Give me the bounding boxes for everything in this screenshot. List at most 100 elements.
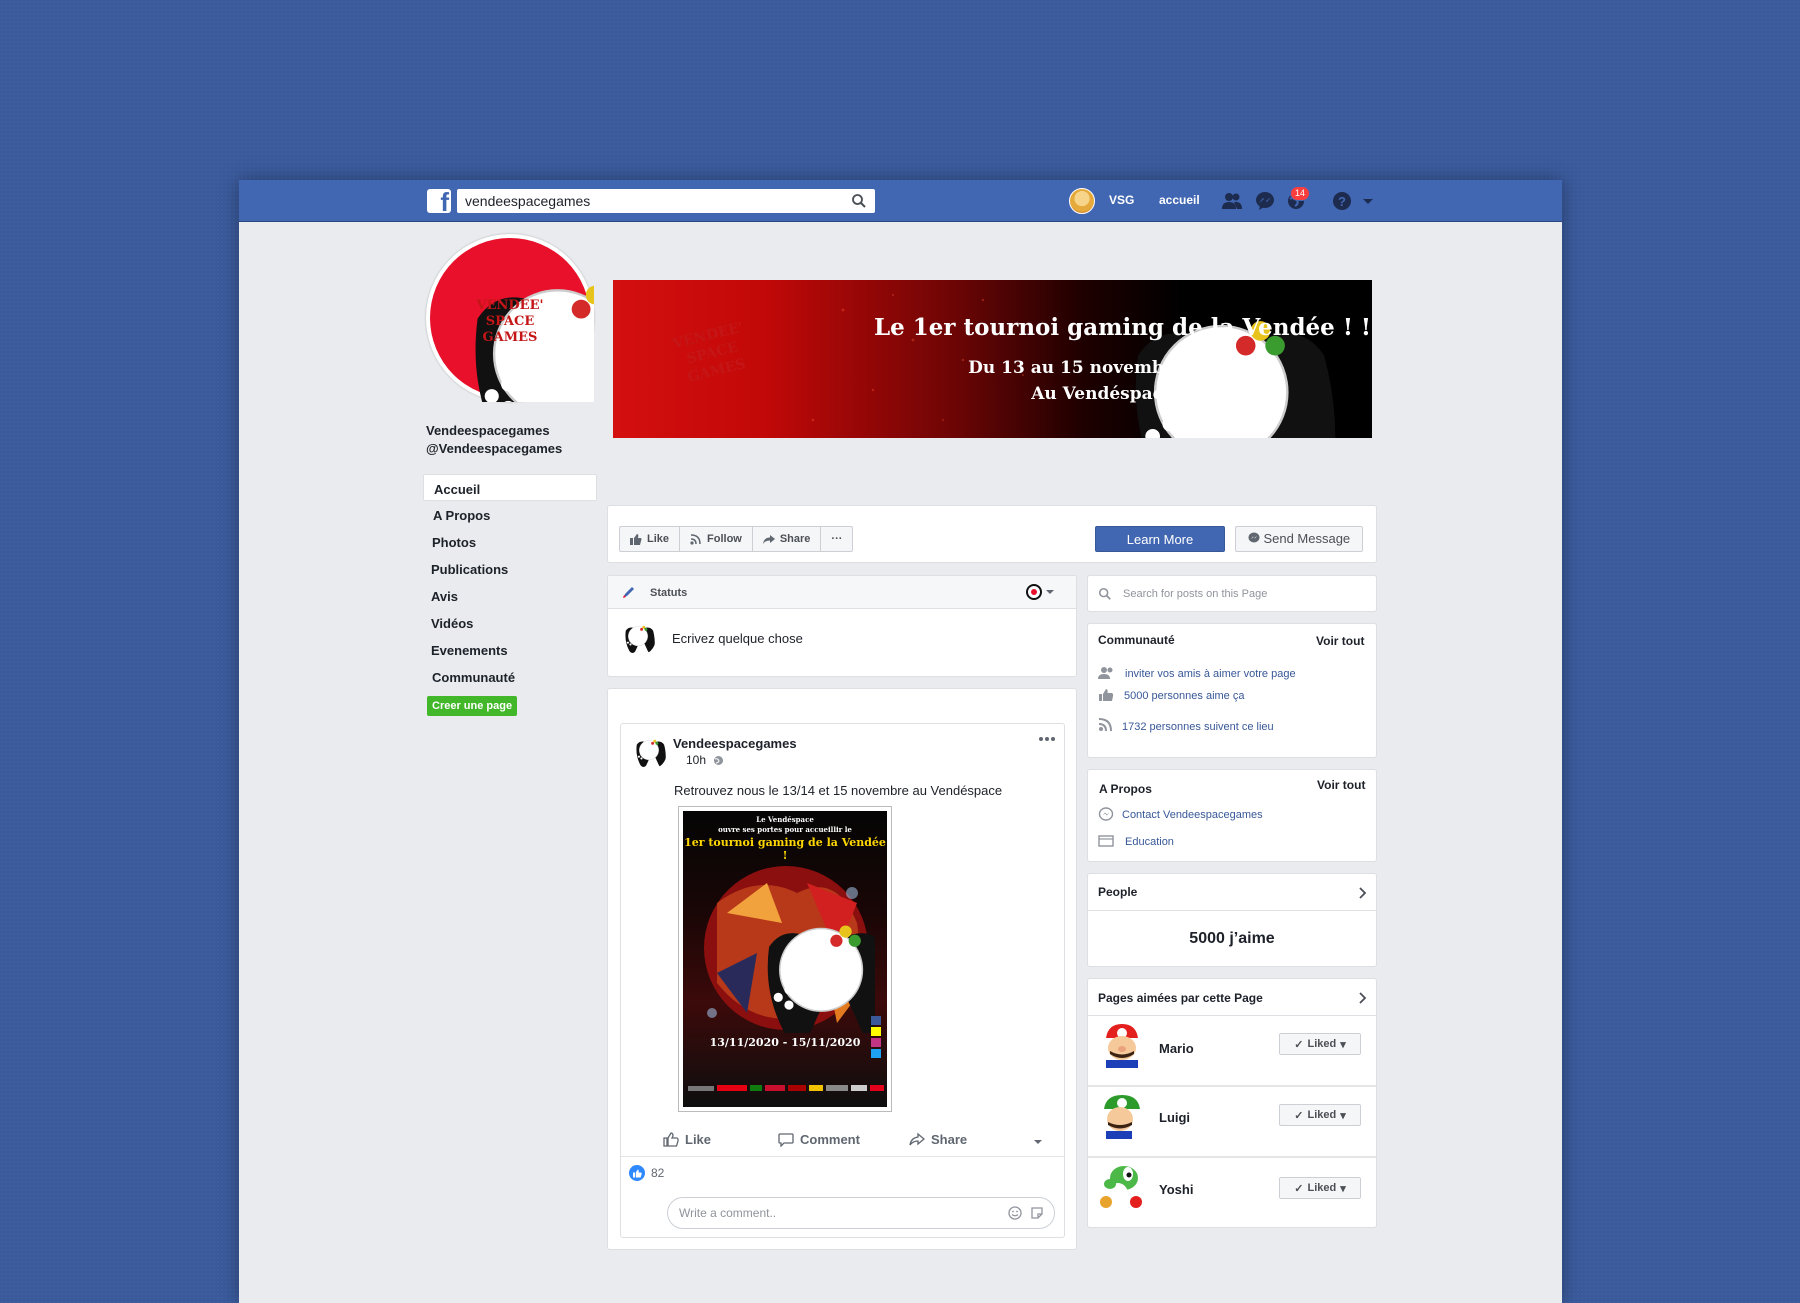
like-reaction-icon — [629, 1165, 645, 1181]
account-menu-caret-icon[interactable] — [1361, 191, 1375, 211]
post-share-label: Share — [931, 1132, 968, 1147]
sticker-icon[interactable] — [1030, 1206, 1044, 1220]
nav-item-communaute[interactable]: Communauté — [423, 663, 597, 690]
post-action-bar: Like Comment Share — [621, 1127, 1064, 1157]
poster-line-1: Le Vendéspace — [756, 815, 814, 824]
logo-text-line-3: GAMES — [483, 330, 538, 345]
share-arrow-icon — [762, 534, 775, 544]
community-card: Communauté Voir tout inviter vos amis à … — [1087, 623, 1377, 758]
emoji-icon[interactable] — [1008, 1206, 1022, 1220]
yoshi-avatar[interactable] — [1098, 1162, 1146, 1210]
composer-input[interactable]: Ecrivez quelque chose — [672, 631, 803, 646]
tab-statuts[interactable]: Statuts — [650, 587, 687, 599]
composer-page-avatar — [620, 620, 656, 656]
liked-button-yoshi[interactable]: ✓ Liked ▾ — [1279, 1177, 1361, 1199]
page-buttons-group: Like Follow Share ··· — [619, 526, 854, 552]
page-name-block: Vendeespacegames @Vendeespacegames — [426, 422, 562, 458]
status-composer: Statuts Ecrivez quelque chose — [607, 575, 1077, 677]
liked-page-name-yoshi[interactable]: Yoshi — [1159, 1182, 1193, 1197]
post-timestamp[interactable]: 10h — [686, 753, 724, 767]
nav-item-accueil[interactable]: Accueil — [423, 474, 597, 501]
invite-friends-icon — [1098, 667, 1113, 679]
post-share-button[interactable]: Share — [909, 1132, 967, 1147]
post-image[interactable]: Le Vendéspace ouvre ses portes pour accu… — [678, 806, 892, 1112]
post-like-button[interactable]: Like — [663, 1132, 711, 1147]
post-time-value: 10h — [686, 753, 707, 767]
post-like-label: Like — [685, 1132, 712, 1147]
chevron-right-icon[interactable] — [1359, 887, 1367, 899]
post-author[interactable]: Vendeespacegames — [673, 736, 797, 751]
poster-artwork: Le Vendéspace ouvre ses portes pour accu… — [683, 811, 887, 1107]
poster-sponsor-logos — [687, 1073, 885, 1103]
category-tag-icon — [1098, 835, 1114, 847]
notifications-badge: 14 — [1290, 186, 1311, 201]
community-title: Communauté — [1098, 633, 1175, 647]
audience-caret-icon[interactable] — [1033, 1139, 1043, 1145]
nav-item-evenements[interactable]: Evenements — [423, 636, 597, 663]
learn-more-button[interactable]: Learn More — [1095, 526, 1225, 552]
profile-picture[interactable]: VENDEE' SPACE GAMES — [426, 234, 594, 402]
liked-button-mario[interactable]: ✓ Liked ▾ — [1279, 1033, 1361, 1055]
post-text: Retrouvez nous le 13/14 et 15 novembre a… — [674, 783, 1003, 798]
thumbs-up-icon — [663, 1132, 679, 1147]
search-input[interactable]: vendeespacegames — [457, 189, 875, 213]
help-icon[interactable]: ? — [1331, 191, 1353, 211]
post-as-selector-icon[interactable] — [1025, 584, 1055, 600]
follow-button[interactable]: Follow — [680, 527, 753, 551]
chevron-right-icon[interactable] — [1359, 992, 1367, 1004]
nav-item-avis[interactable]: Avis — [423, 582, 597, 609]
poster-line-2: ouvre ses portes pour accueillir le — [718, 825, 852, 834]
luigi-avatar[interactable] — [1098, 1091, 1146, 1139]
page-followers-count[interactable]: 1732 personnes suivent ce lieu — [1122, 721, 1274, 733]
mario-avatar[interactable] — [1098, 1020, 1146, 1068]
comment-icon — [778, 1133, 794, 1147]
page-search-box[interactable]: Search for posts on this Page — [1087, 575, 1377, 612]
people-title[interactable]: People — [1098, 885, 1137, 899]
reaction-summary[interactable]: 82 — [629, 1165, 664, 1181]
contact-page-link[interactable]: Contact Vendeespacegames — [1122, 809, 1263, 821]
create-page-button[interactable]: Creer une page — [427, 696, 518, 716]
comment-input[interactable]: Write a comment.. — [667, 1197, 1055, 1229]
community-see-all-link[interactable]: Voir tout — [1316, 634, 1364, 648]
page-likes-count[interactable]: 5000 personnes aime ça — [1124, 690, 1244, 702]
page-search-placeholder: Search for posts on this Page — [1123, 588, 1268, 600]
liked-button-luigi[interactable]: ✓ Liked ▾ — [1279, 1104, 1361, 1126]
search-icon[interactable] — [851, 193, 867, 209]
poster-headline: 1er tournoi gaming de la Vendée ! — [684, 836, 886, 862]
page-name[interactable]: Vendeespacegames — [426, 422, 562, 440]
post: Vendeespacegames 10h Retrouvez nous le 1… — [620, 723, 1065, 1238]
liked-page-name-luigi[interactable]: Luigi — [1159, 1110, 1190, 1125]
nav-item-publications[interactable]: Publications — [423, 555, 597, 582]
nav-item-a-propos[interactable]: A Propos — [423, 501, 597, 528]
friend-requests-icon[interactable] — [1221, 191, 1243, 211]
home-link[interactable]: accueil — [1159, 193, 1200, 207]
poster-social-icons — [871, 1016, 881, 1058]
messenger-icon — [1098, 807, 1114, 821]
post-comment-button[interactable]: Comment — [778, 1132, 860, 1147]
post-author-avatar[interactable] — [631, 734, 667, 770]
about-see-all-link[interactable]: Voir tout — [1317, 778, 1365, 792]
share-page-button[interactable]: Share — [753, 527, 822, 551]
invite-friends-link[interactable]: inviter vos amis à aimer votre page — [1125, 668, 1296, 680]
page-category[interactable]: Education — [1125, 836, 1174, 848]
nav-item-photos[interactable]: Photos — [423, 528, 597, 555]
liked-pages-title[interactable]: Pages aimées par cette Page — [1098, 991, 1263, 1005]
rss-icon — [690, 533, 701, 545]
post-options-icon[interactable] — [1039, 736, 1055, 742]
profile-link[interactable]: VSG — [1109, 193, 1134, 207]
nav-item-videos[interactable]: Vidéos — [423, 609, 597, 636]
liked-page-name-mario[interactable]: Mario — [1159, 1041, 1194, 1056]
more-options-button[interactable]: ··· — [821, 527, 852, 551]
like-page-button[interactable]: Like — [620, 527, 681, 551]
cover-headline: Le 1er tournoi gaming de la Vendée ! ! — [873, 314, 1372, 341]
user-avatar[interactable] — [1069, 188, 1095, 214]
messenger-icon[interactable] — [1254, 191, 1276, 211]
top-navigation-bar: f vendeespacegames VSG accueil 14 ? — [239, 180, 1562, 222]
people-likes-total: 5000 j’aime — [1189, 930, 1275, 947]
thumbs-up-icon — [1099, 689, 1114, 701]
cover-photo[interactable]: VENDEE' SPACE GAMES Le 1er tournoi gamin… — [613, 280, 1372, 438]
send-message-button[interactable]: Send Message — [1235, 526, 1363, 552]
liked-pages-card: Pages aimées par cette Page Mario ✓ Liked… — [1087, 978, 1377, 1228]
facebook-logo-icon[interactable]: f — [427, 189, 451, 213]
left-navigation: Accueil A Propos Photos Publications Avi… — [423, 474, 597, 690]
